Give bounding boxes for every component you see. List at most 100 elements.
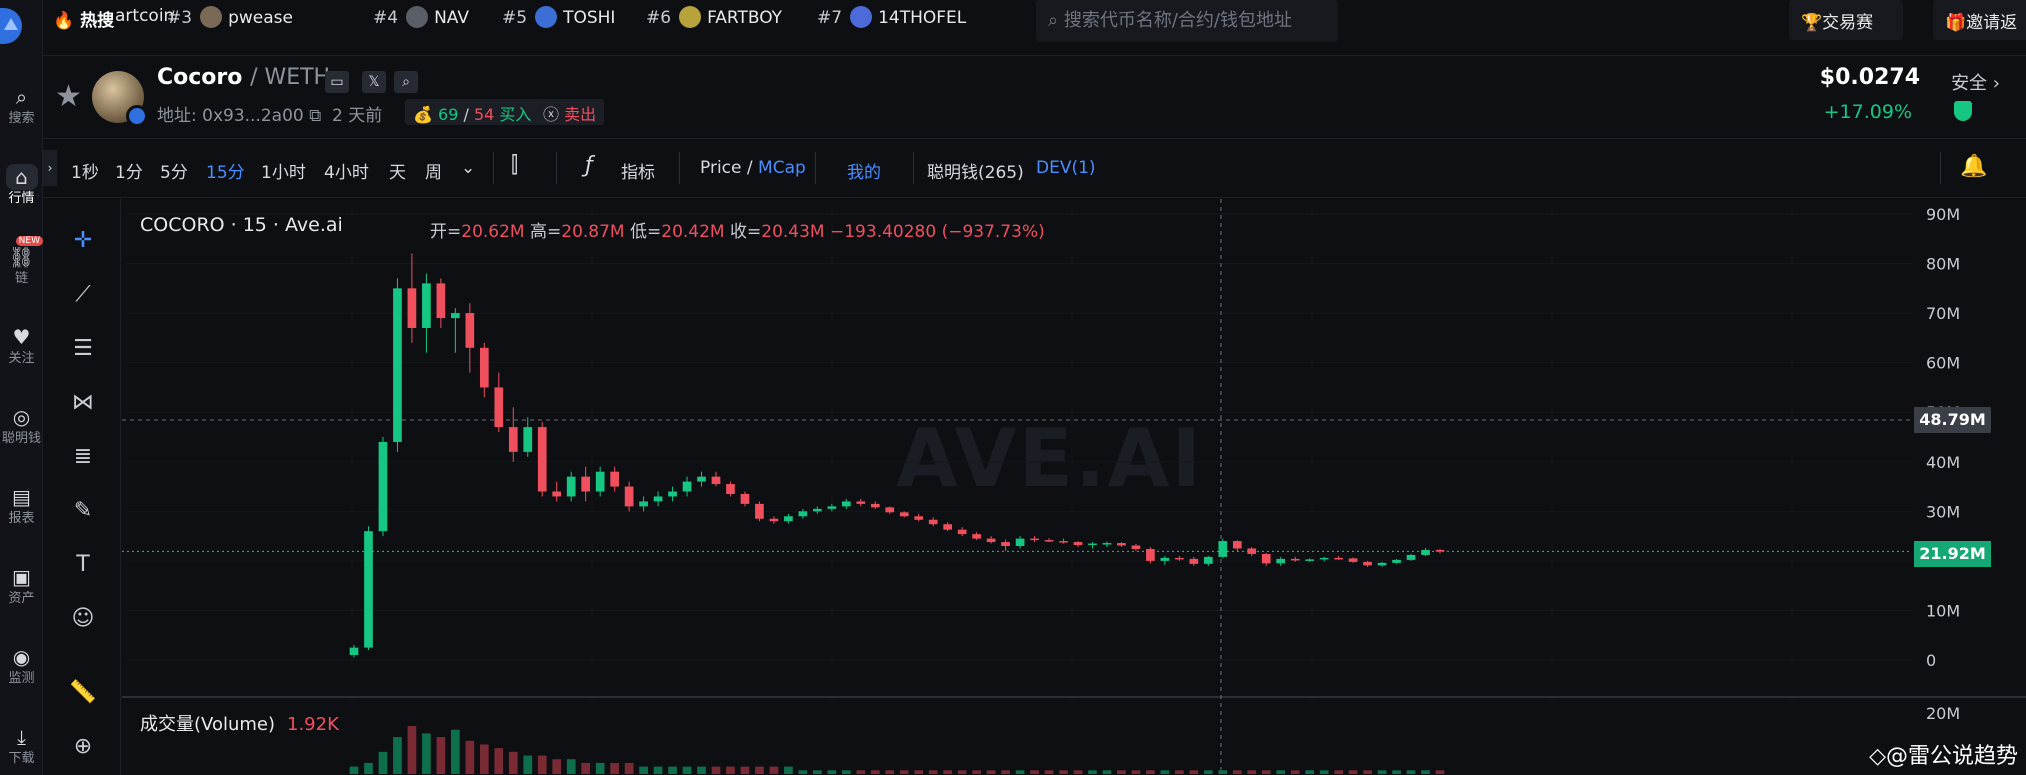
pattern-icon[interactable]: ⋈ bbox=[63, 383, 103, 423]
candle-body bbox=[1073, 542, 1083, 546]
horizontal-lines-icon[interactable]: ☰ bbox=[63, 329, 103, 369]
volume-bar bbox=[1175, 770, 1184, 774]
candle-body bbox=[1261, 553, 1271, 564]
nav-item-8[interactable]: ⤓ 下载 bbox=[0, 724, 43, 774]
candle-body bbox=[813, 508, 822, 512]
mcap-option[interactable]: MCap bbox=[758, 158, 806, 178]
timeframe-1w[interactable]: 周 bbox=[425, 158, 442, 183]
volume-bar bbox=[914, 770, 924, 774]
volume-bar bbox=[610, 762, 619, 774]
mine-button[interactable]: 我的 bbox=[847, 158, 881, 183]
emoji-icon[interactable]: ☺ bbox=[63, 599, 103, 639]
nav-item-3[interactable]: ♥ 关注 bbox=[0, 324, 43, 374]
ticker-item[interactable]: #7 14THOFEL bbox=[817, 6, 966, 28]
safety-link[interactable]: 安全 › bbox=[1951, 69, 2000, 95]
fib-icon[interactable]: ≣ bbox=[63, 437, 103, 477]
contract-address[interactable]: 地址: 0x93...2a00 ⧉ bbox=[157, 101, 321, 126]
invite-button[interactable]: 🎁邀请返 bbox=[1933, 0, 2026, 40]
volume-bar bbox=[1088, 770, 1097, 774]
zoom-in-icon[interactable]: ⊕ bbox=[63, 727, 103, 767]
timeframe-1h[interactable]: 1小时 bbox=[261, 158, 306, 183]
crosshair-icon[interactable]: ✛ bbox=[63, 221, 103, 261]
ruler-icon[interactable]: 📏 bbox=[63, 673, 103, 713]
website-icon[interactable]: ▭ bbox=[325, 71, 349, 93]
new-badge: NEW bbox=[15, 236, 43, 246]
volume-bar bbox=[1319, 770, 1329, 774]
ticker-item[interactable]: #6 FARTBOY bbox=[646, 6, 782, 28]
volume-bar bbox=[349, 766, 359, 774]
ticker-item[interactable]: #4 NAV bbox=[373, 6, 469, 28]
chevron-down-icon[interactable]: ⌄ bbox=[461, 158, 475, 178]
y-tick-label: 40M bbox=[1926, 453, 1960, 472]
text-icon[interactable]: T bbox=[63, 545, 103, 585]
ticker-item[interactable]: #5 TOSHI bbox=[502, 6, 615, 28]
timeframe-4h[interactable]: 4小时 bbox=[324, 158, 369, 183]
function-icon[interactable]: ƒ bbox=[585, 153, 593, 178]
candle-body bbox=[451, 313, 460, 319]
hot-search[interactable]: 🔥 热搜 bbox=[53, 6, 114, 31]
ticker-item[interactable]: #3 pwease bbox=[167, 6, 293, 28]
candle-body bbox=[624, 486, 634, 507]
volume-bar bbox=[784, 766, 793, 774]
buy-sell-count[interactable]: 💰 69 / 54 买入 bbox=[405, 99, 540, 125]
expand-panel-button[interactable]: › bbox=[43, 150, 57, 186]
candle-body bbox=[1290, 558, 1300, 561]
indicators-button[interactable]: 指标 bbox=[621, 158, 655, 183]
bell-icon[interactable]: 🔔 bbox=[1960, 154, 1987, 179]
volume-bar bbox=[1276, 770, 1286, 774]
favorite-star-icon[interactable]: ★ bbox=[55, 79, 82, 114]
timeframe-1d[interactable]: 天 bbox=[389, 158, 406, 183]
timeframe-1m[interactable]: 1分 bbox=[115, 158, 143, 183]
ticker-rank: #6 bbox=[646, 8, 672, 28]
nav-item-1[interactable]: ⌂ 行情 bbox=[0, 164, 43, 214]
candle-body bbox=[1146, 548, 1155, 561]
price-option[interactable]: Price bbox=[700, 158, 741, 178]
nav-item-0[interactable]: ⌕ 搜索 bbox=[0, 84, 43, 134]
volume-bar bbox=[639, 766, 648, 774]
candle-body bbox=[870, 503, 880, 508]
credit-text: @雷公说趋势 bbox=[1885, 744, 2018, 769]
trend-line-icon[interactable]: ⟋ bbox=[63, 275, 103, 315]
nav-item-4[interactable]: ◎ 聪明钱 bbox=[0, 404, 43, 454]
volume-bar bbox=[624, 762, 634, 774]
crosshair-price-label: 48.79M bbox=[1914, 407, 1991, 433]
nav-item-7[interactable]: ◉ 监测 bbox=[0, 644, 43, 694]
candle-type-icon[interactable]: ⫿ bbox=[511, 153, 518, 178]
volume-bar bbox=[711, 766, 721, 774]
price-chart[interactable]: 010M20M30M40M50M60M70M80M90M20M bbox=[122, 199, 2026, 775]
volume-bar bbox=[581, 762, 591, 774]
nav-label: 报表 bbox=[8, 511, 35, 526]
nav-item-5[interactable]: ▤ 报表 bbox=[0, 484, 43, 534]
search-placeholder: 搜索代币名称/合约/钱包地址 bbox=[1063, 10, 1292, 31]
price-change: +17.09% bbox=[1823, 101, 1912, 123]
smart-money-button[interactable]: 聪明钱(265) bbox=[927, 158, 1024, 183]
contest-button[interactable]: 🏆交易赛 bbox=[1789, 0, 1903, 40]
timeframe-1s[interactable]: 1秒 bbox=[71, 158, 99, 183]
token-avatar bbox=[535, 6, 558, 28]
ave-logo[interactable] bbox=[0, 8, 22, 44]
timeframe-15m[interactable]: 15分 bbox=[206, 158, 245, 183]
dev-sell-badge[interactable]: ⓧ 卖出 bbox=[535, 99, 605, 125]
timeframe-5m[interactable]: 5分 bbox=[160, 158, 188, 183]
volume-bar bbox=[1232, 770, 1242, 774]
copy-icon[interactable]: ⧉ bbox=[309, 106, 321, 126]
ticker-item[interactable]: artcoin bbox=[115, 6, 174, 26]
volume-bar bbox=[1102, 770, 1112, 774]
x-social-icon[interactable]: 𝕏 bbox=[362, 71, 386, 93]
nav-item-2[interactable]: ⛓ 链 NEW bbox=[0, 236, 43, 294]
low-label: 低= bbox=[630, 222, 662, 242]
brush-icon[interactable]: ✎ bbox=[63, 491, 103, 531]
safety-label: 安全 bbox=[1951, 73, 1988, 94]
nav-label: 监测 bbox=[8, 671, 35, 686]
nav-item-6[interactable]: ▣ 资产 bbox=[0, 564, 43, 614]
volume-bar bbox=[1290, 770, 1300, 774]
y-tick-label: 80M bbox=[1926, 255, 1960, 274]
shield-check-icon bbox=[1954, 101, 1972, 121]
candle-body bbox=[479, 347, 489, 388]
price-mcap-toggle[interactable]: Price / MCap bbox=[700, 158, 806, 178]
dev-button[interactable]: DEV(1) bbox=[1036, 158, 1096, 178]
search-input[interactable]: ⌕ 搜索代币名称/合约/钱包地址 bbox=[1036, 0, 1338, 42]
chart-legend-title: COCORO · 15 · Ave.ai bbox=[140, 214, 343, 236]
y-tick-label: 60M bbox=[1926, 354, 1960, 373]
search-icon[interactable]: ⌕ bbox=[394, 71, 418, 93]
